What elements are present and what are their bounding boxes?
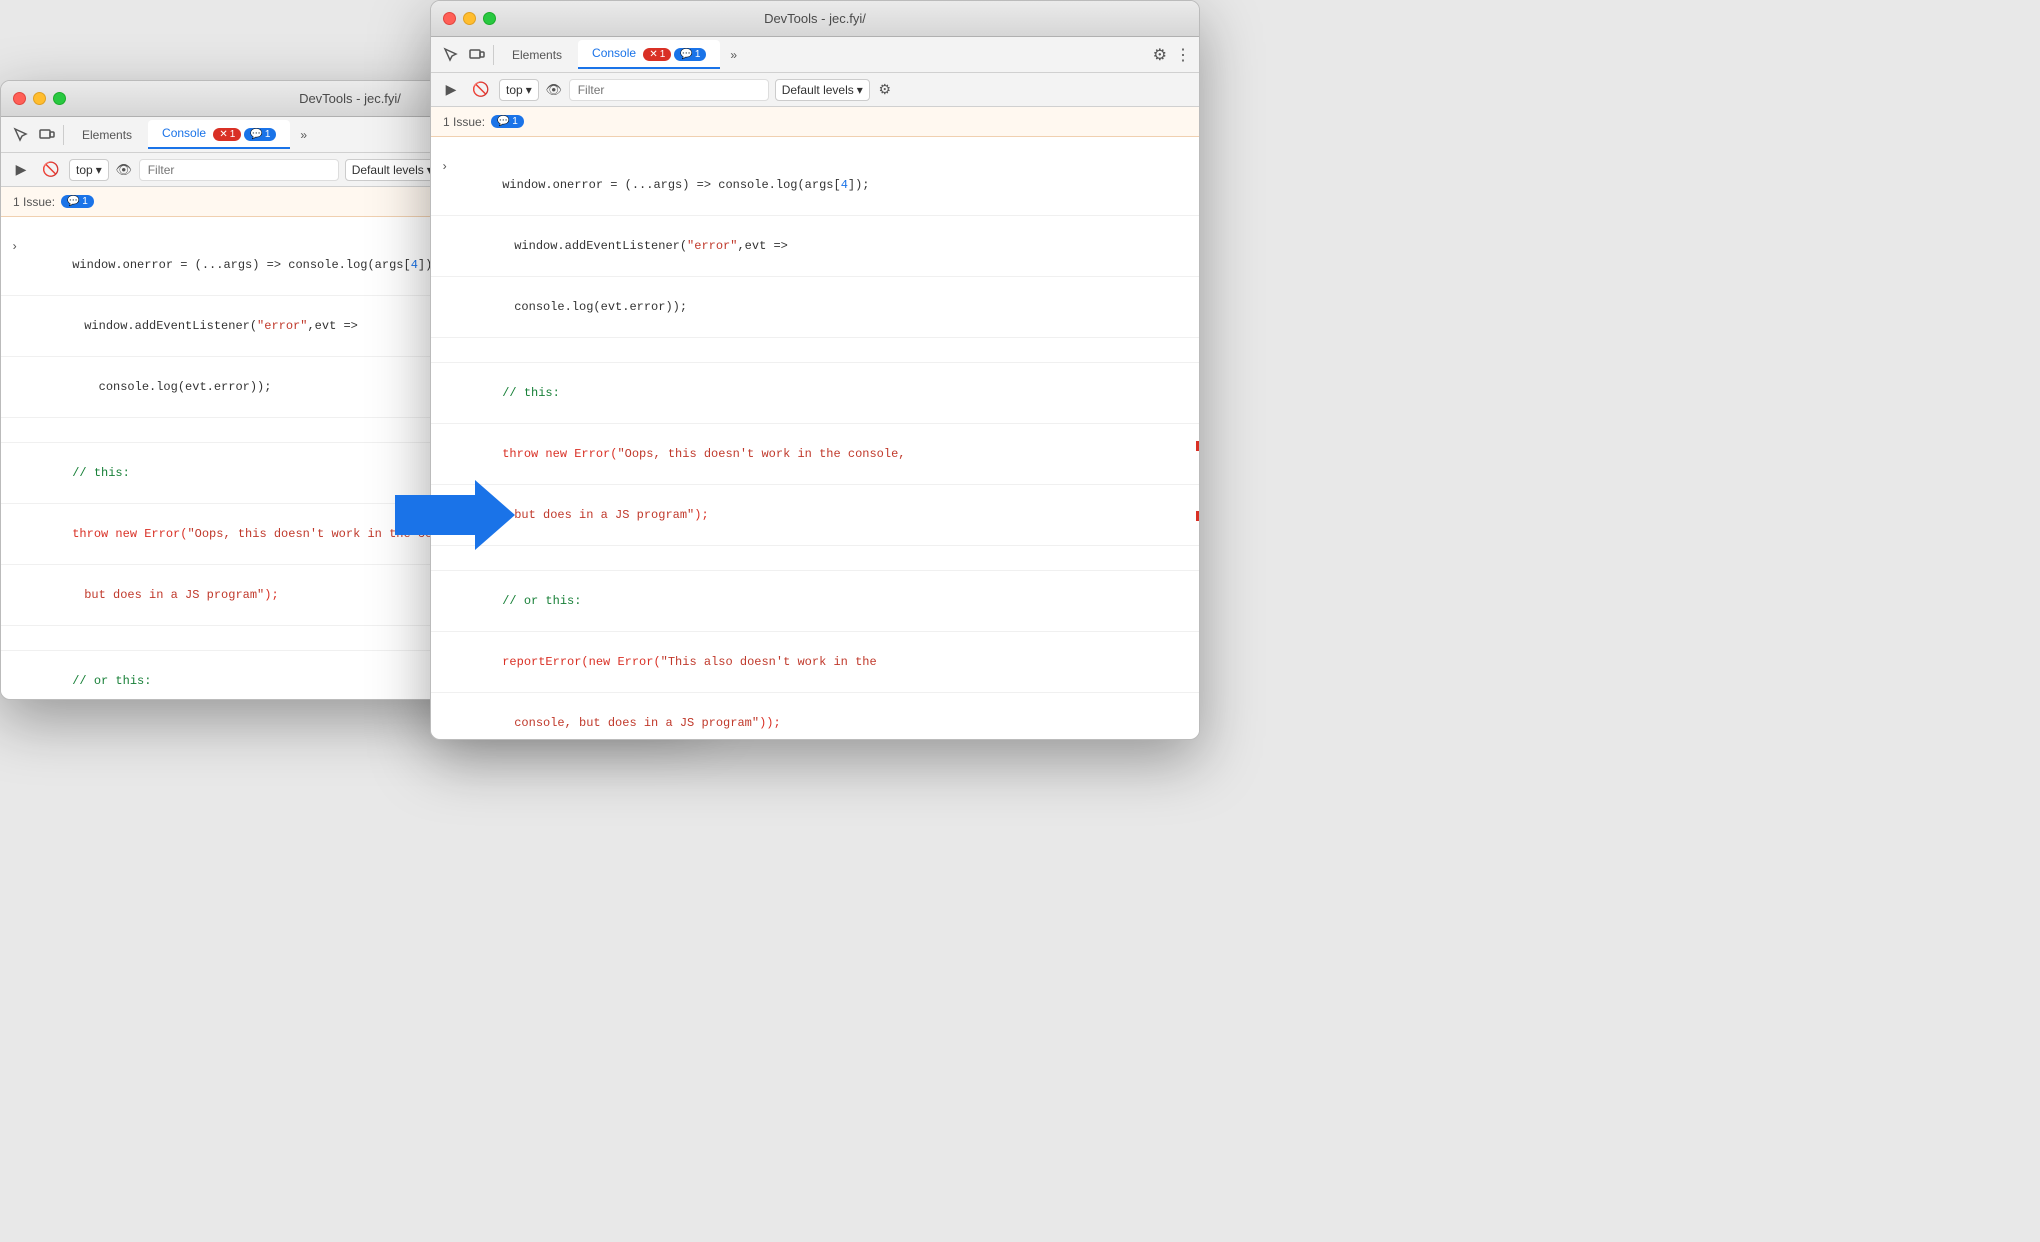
console-blank-front-2 <box>431 546 1199 571</box>
top-dropdown-icon-back: ▾ <box>96 163 102 177</box>
red-arrow-1 <box>1196 431 1200 466</box>
device-icon-back[interactable] <box>35 123 59 147</box>
msg-badge-front: 💬 1 <box>674 48 706 61</box>
filter-input-front[interactable] <box>569 79 769 101</box>
issues-badge-front: 💬 1 <box>491 115 524 128</box>
window-controls-back <box>13 92 66 105</box>
devtools-window-front: DevTools - jec.fyi/ Elements Console ✕ 1… <box>430 0 1200 740</box>
maximize-button-front[interactable] <box>483 12 496 25</box>
block-icon-front[interactable]: 🚫 <box>469 78 493 102</box>
console-blank-front-1 <box>431 338 1199 363</box>
levels-selector-back[interactable]: Default levels ▾ <box>345 159 440 181</box>
top-label-front: top <box>506 83 523 97</box>
eye-icon-front[interactable]: 👁 <box>545 81 563 99</box>
window-controls-front <box>443 12 496 25</box>
window-title-back: DevTools - jec.fyi/ <box>299 91 401 106</box>
more-tabs-front[interactable]: » <box>722 44 745 66</box>
three-dot-icon-front[interactable]: ⋮ <box>1175 45 1191 65</box>
console-comment-front-1: // this: <box>431 363 1199 424</box>
top-selector-front[interactable]: top ▾ <box>499 79 539 101</box>
top-selector-back[interactable]: top ▾ <box>69 159 109 181</box>
msg-badge-back: 💬 1 <box>244 128 276 141</box>
title-bar-front: DevTools - jec.fyi/ <box>431 1 1199 37</box>
console-content-front[interactable]: › window.onerror = (...args) => console.… <box>431 137 1199 735</box>
filter-input-back[interactable] <box>139 159 339 181</box>
eye-icon-back[interactable]: 👁 <box>115 161 133 179</box>
top-dropdown-icon-front: ▾ <box>526 83 532 97</box>
levels-dropdown-icon-front: ▾ <box>857 83 863 97</box>
tab-console-front[interactable]: Console ✕ 1 💬 1 <box>578 40 720 69</box>
maximize-button-back[interactable] <box>53 92 66 105</box>
console-input-front-1: › window.onerror = (...args) => console.… <box>431 137 1199 216</box>
divider-back <box>63 125 64 145</box>
inspect-icon-front[interactable] <box>439 43 463 67</box>
error-badge-back: ✕ 1 <box>213 128 241 141</box>
console-report-front-2: console, but does in a JS program")); <box>431 693 1199 735</box>
issues-badge-back: 💬 1 <box>61 195 94 208</box>
gear-icon-front[interactable]: ⚙ <box>876 81 894 99</box>
tab-elements-back[interactable]: Elements <box>68 122 146 148</box>
divider-front <box>493 45 494 65</box>
more-tabs-back[interactable]: » <box>292 124 315 146</box>
tab-elements-front[interactable]: Elements <box>498 42 576 68</box>
console-input-front-3: console.log(evt.error)); <box>431 277 1199 338</box>
window-title-front: DevTools - jec.fyi/ <box>764 11 866 26</box>
minimize-button-back[interactable] <box>33 92 46 105</box>
red-arrow-2 <box>1196 501 1200 536</box>
close-button-back[interactable] <box>13 92 26 105</box>
levels-selector-front[interactable]: Default levels ▾ <box>775 79 870 101</box>
inspect-icon-back[interactable] <box>9 123 33 147</box>
close-button-front[interactable] <box>443 12 456 25</box>
levels-label-back: Default levels <box>352 163 424 177</box>
issues-bar-front: 1 Issue: 💬 1 <box>431 107 1199 137</box>
device-icon-front[interactable] <box>465 43 489 67</box>
levels-label-front: Default levels <box>782 83 854 97</box>
console-comment-front-2: // or this: <box>431 571 1199 632</box>
blue-arrow <box>395 480 515 555</box>
play-icon-front[interactable]: ▶ <box>439 78 463 102</box>
console-throw-front-1: throw new Error("Oops, this doesn't work… <box>431 424 1199 485</box>
console-toolbar-front: ▶ 🚫 top ▾ 👁 Default levels ▾ ⚙ <box>431 73 1199 107</box>
play-icon-back[interactable]: ▶ <box>9 158 33 182</box>
minimize-button-front[interactable] <box>463 12 476 25</box>
console-throw-front-2: but does in a JS program"); <box>431 485 1199 546</box>
block-icon-back[interactable]: 🚫 <box>39 158 63 182</box>
settings-icon-front[interactable]: ⚙ <box>1153 45 1167 65</box>
console-report-front-1: reportError(new Error("This also doesn't… <box>431 632 1199 693</box>
top-label-back: top <box>76 163 93 177</box>
error-badge-front: ✕ 1 <box>643 48 671 61</box>
console-input-front-2: window.addEventListener("error",evt => <box>431 216 1199 277</box>
tab-console-back[interactable]: Console ✕ 1 💬 1 <box>148 120 290 149</box>
tab-bar-front: Elements Console ✕ 1 💬 1 » ⚙ ⋮ <box>431 37 1199 73</box>
